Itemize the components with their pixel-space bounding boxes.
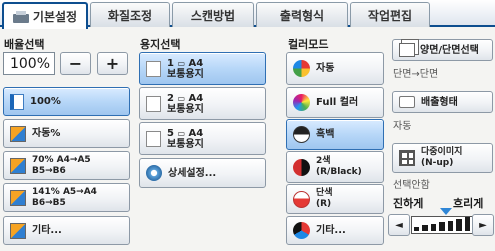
auto-color-icon [293,60,310,77]
tab-scan-method[interactable]: 스캔방법 [172,2,254,27]
tab-label: 화질조정 [107,8,153,23]
duplex-value: 단면→단면 [393,69,439,80]
density-bar [439,222,445,231]
black-white-button[interactable]: 흑백 [286,119,384,150]
density-bar [422,225,428,231]
tab-label: 스캔방법 [190,8,236,23]
settings-icon [146,165,162,181]
density-bar [414,227,420,231]
tab-bar: 기본설정 화질조정 스캔방법 출력형식 작업편집 [0,0,495,29]
density-bar [447,220,454,231]
paper-size: A4 [188,57,204,69]
black-white-icon [293,126,310,143]
paper-size: A4 [188,92,204,104]
auto-ratio-icon [10,125,26,142]
density-indicator-icon [440,208,452,215]
paper-icon [146,95,161,112]
density-lighter-label: 진하게 [393,197,424,210]
more-ratio-icon [10,222,26,239]
reduce-icon [10,157,26,174]
ratio-more-button[interactable]: 기타... [3,216,130,245]
reduce-enlarge-heading: 배율선택 [4,38,45,51]
multi-up-button[interactable]: 다중이미지 (N-up) [392,143,493,173]
tray-symbol: ▭ [177,93,186,103]
tab-basic-copying[interactable]: 기본설정 [2,2,88,29]
paper-tray-2-button[interactable]: 2 ▭ A4 보통용지 [139,87,266,120]
tray-symbol: ▭ [177,58,186,68]
paper-type: 보통용지 [167,68,204,80]
decrease-button[interactable]: − [60,52,91,75]
color-mode-heading: 컬러모드 [288,38,329,51]
color-more-button[interactable]: 기타... [286,216,384,245]
output-button[interactable]: 배출형태 [392,91,493,113]
enlarge-icon [10,189,26,206]
ratio-141-button[interactable]: 141% A5→A4 B6→B5 [3,183,130,212]
paper-size: A4 [188,127,204,139]
multi-up-icon [399,150,415,166]
density-slider[interactable] [411,216,473,234]
paper-tray-1-button[interactable]: 1 ▭ A4 보통용지 [139,52,266,85]
paper-supply-heading: 용지선택 [140,38,181,51]
copier-icon [12,10,29,23]
paper-icon [146,60,161,77]
two-color-icon [293,158,310,176]
more-color-icon [293,222,310,239]
ratio-70-button[interactable]: 70% A4→A5 B5→B6 [3,151,130,180]
multi-up-value: 선택안함 [393,180,430,191]
density-bar [430,223,437,231]
color-auto-button[interactable]: 자동 [286,52,384,85]
tab-label: 출력형식 [279,8,325,23]
ratio-100-button[interactable]: 100% [3,87,130,116]
paper-type: 보통용지 [167,103,204,115]
tab-job-assembly[interactable]: 작업편집 [350,2,430,27]
tab-output-format[interactable]: 출력형식 [256,2,348,27]
ratio-auto-button[interactable]: 자동% [3,119,130,148]
paper-type: 보통용지 [167,138,204,150]
tray-symbol: ▭ [177,128,186,138]
density-right-button[interactable]: ► [472,214,494,236]
single-color-button[interactable]: 단색 (R) [286,184,384,214]
tray-number: 1 [167,57,174,69]
full-color-icon [293,94,310,111]
paper-more-button[interactable]: 상세설정... [139,158,266,188]
page-icon [10,93,24,110]
density-left-button[interactable]: ◄ [388,214,410,236]
tab-label: 작업편집 [367,8,413,23]
single-color-icon [293,190,310,208]
density-darker-label: 흐리게 [453,197,484,210]
output-icon [399,96,415,108]
tab-image-quality[interactable]: 화질조정 [90,2,170,27]
tab-label: 기본설정 [32,10,78,24]
duplex-button[interactable]: 양면/단면선택 [392,39,493,61]
tray-number: 2 [167,92,174,104]
tray-number: 5 [167,127,174,139]
output-value: 자동 [393,121,412,132]
duplex-icon [399,43,415,57]
percent-field[interactable]: 100% [3,52,55,75]
paper-tray-5-button[interactable]: 5 ▭ A4 보통용지 [139,122,266,155]
paper-icon [146,130,161,147]
increase-button[interactable]: + [97,52,128,75]
density-bar [464,217,470,231]
two-color-button[interactable]: 2색 (R/Black) [286,151,384,183]
density-bar [456,219,462,231]
full-color-button[interactable]: Full 컬러 [286,87,384,118]
